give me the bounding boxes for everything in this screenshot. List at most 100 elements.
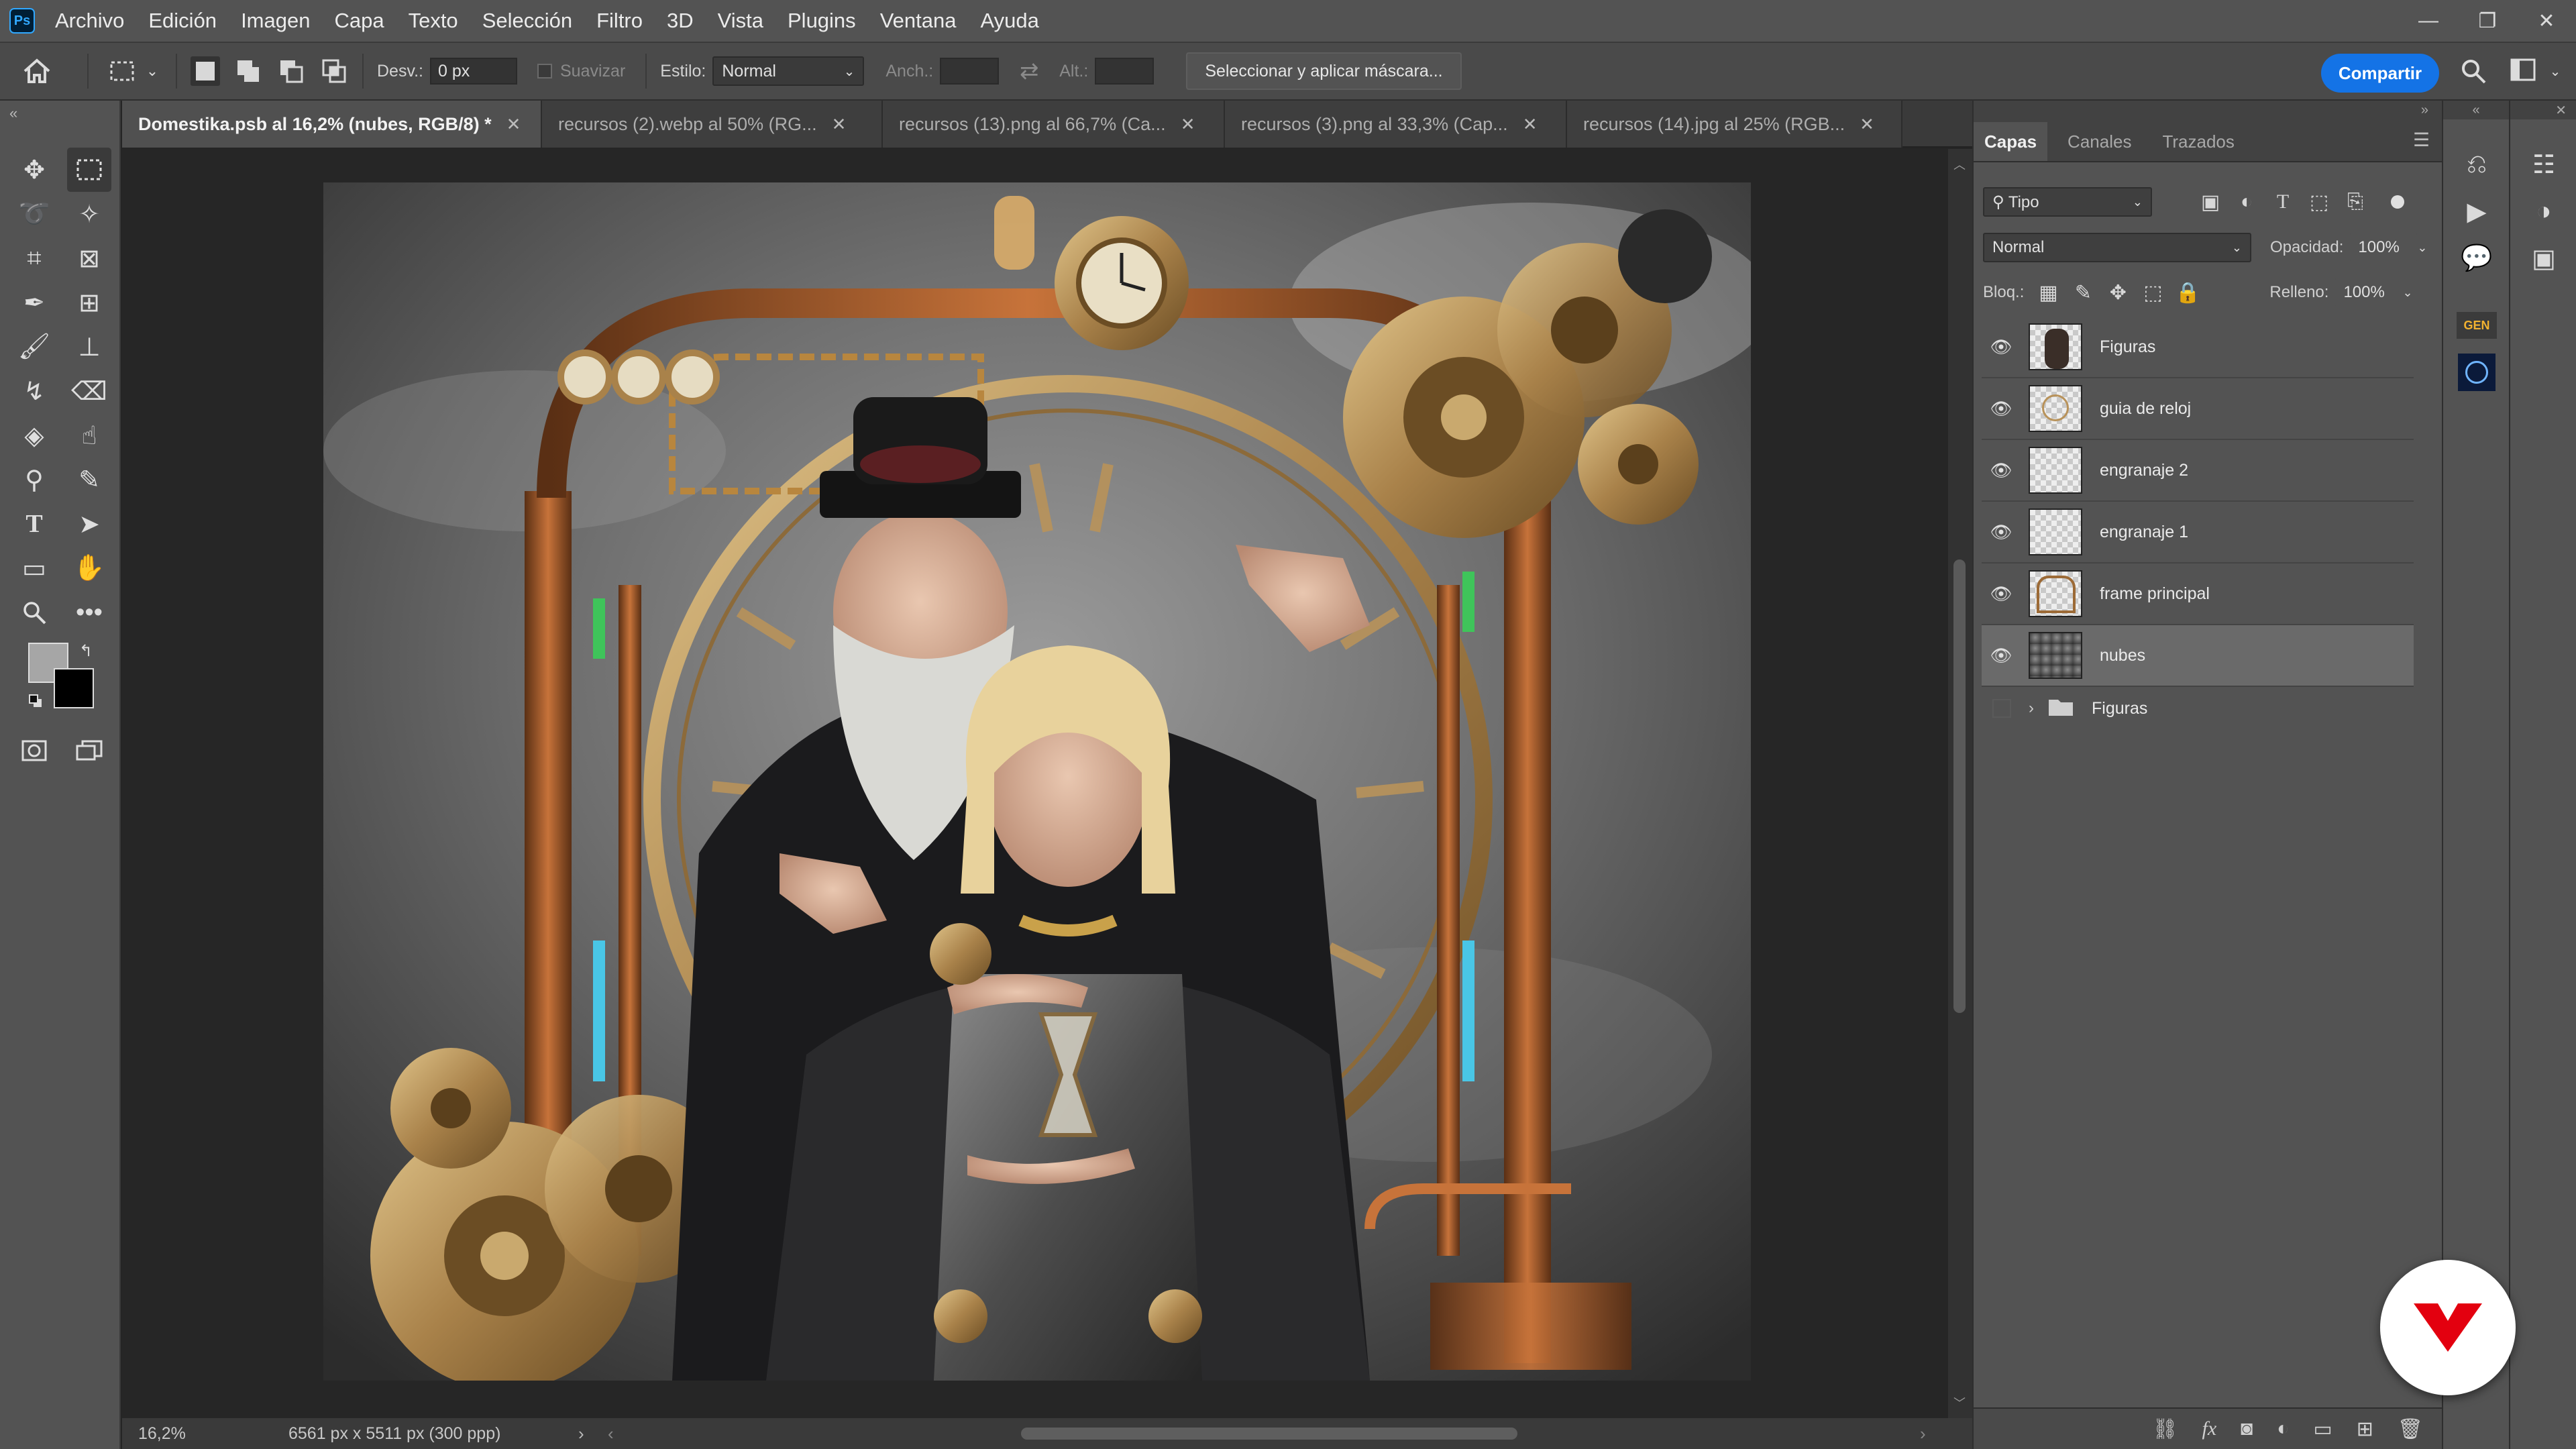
pen-tool-icon[interactable]: ✎ bbox=[67, 458, 111, 502]
layer-row[interactable]: 👁 frame principal bbox=[1982, 564, 2414, 625]
search-icon[interactable] bbox=[2457, 58, 2490, 85]
eye-icon[interactable]: 👁 bbox=[1982, 645, 2021, 666]
home-icon[interactable] bbox=[0, 58, 74, 85]
fx-icon[interactable]: fx bbox=[2202, 1417, 2217, 1440]
brush-tool-icon[interactable]: 🖌 bbox=[12, 325, 56, 369]
menu-seleccion[interactable]: Selección bbox=[482, 9, 572, 33]
feather-input[interactable]: 0 px bbox=[430, 58, 517, 85]
menu-filtro[interactable]: Filtro bbox=[596, 9, 643, 33]
menu-plugins[interactable]: Plugins bbox=[788, 9, 856, 33]
tab-recursos-3[interactable]: recursos (3).png al 33,3% (Cap... ✕ bbox=[1225, 101, 1567, 148]
properties-icon[interactable]: ☷ bbox=[2510, 141, 2576, 188]
rectangular-marquee-icon[interactable] bbox=[102, 60, 142, 82]
layer-name[interactable]: engranaje 2 bbox=[2100, 461, 2188, 480]
close-icon[interactable]: ✕ bbox=[1860, 114, 1874, 135]
smudge-tool-icon[interactable]: ☝ bbox=[67, 413, 111, 458]
height-input[interactable] bbox=[1095, 58, 1155, 85]
lock-position-icon[interactable]: ✥ bbox=[2100, 281, 2135, 305]
lock-image-icon[interactable]: ✎ bbox=[2065, 281, 2100, 305]
tab-recursos-13[interactable]: recursos (13).png al 66,7% (Ca... ✕ bbox=[883, 101, 1225, 148]
workspace-icon[interactable] bbox=[2506, 58, 2540, 82]
quick-mask-icon[interactable] bbox=[12, 729, 56, 773]
filter-shape-icon[interactable]: ⬚ bbox=[2301, 191, 2337, 214]
path-selection-tool-icon[interactable]: ➤ bbox=[67, 502, 111, 546]
layer-name[interactable]: engranaje 1 bbox=[2100, 523, 2188, 542]
eye-icon[interactable]: 👁 bbox=[1982, 460, 2021, 481]
filter-toggle-icon[interactable] bbox=[2391, 195, 2404, 209]
chevron-down-icon[interactable]: ⌄ bbox=[142, 62, 162, 80]
chevron-right-icon[interactable]: › bbox=[2029, 699, 2034, 718]
layer-name[interactable]: Figuras bbox=[2100, 337, 2155, 357]
generator-plugin-icon[interactable]: GEN bbox=[2443, 302, 2510, 349]
artwork-canvas[interactable] bbox=[323, 182, 1751, 1381]
chevron-down-icon[interactable]: ⌄ bbox=[2402, 286, 2412, 300]
style-select[interactable]: Normal ⌄ bbox=[712, 56, 865, 86]
menu-texto[interactable]: Texto bbox=[409, 9, 458, 33]
menu-ayuda[interactable]: Ayuda bbox=[980, 9, 1038, 33]
layer-filter-select[interactable]: ⚲ Tipo ⌄ bbox=[1983, 187, 2152, 217]
marquee-tool-icon[interactable] bbox=[67, 148, 111, 192]
swap-icon[interactable]: ⇄ bbox=[999, 58, 1059, 85]
layer-row[interactable]: 👁 Figuras bbox=[1982, 317, 2414, 378]
collapse-icon[interactable]: « bbox=[2443, 101, 2509, 119]
eye-icon[interactable]: 👁 bbox=[1982, 337, 2021, 358]
layer-group-row[interactable]: › Figuras bbox=[1982, 687, 2414, 730]
history-icon[interactable]: ⎌ bbox=[2443, 141, 2510, 188]
scroll-up-icon[interactable]: ︿ bbox=[1953, 156, 1966, 173]
rectangle-tool-icon[interactable]: ▭ bbox=[12, 546, 56, 590]
spot-healing-tool-icon[interactable]: ⊞ bbox=[67, 280, 111, 325]
eyedropper-tool-icon[interactable]: ✒ bbox=[12, 280, 56, 325]
layer-name[interactable]: guia de reloj bbox=[2100, 399, 2191, 419]
close-icon[interactable]: ✕ bbox=[506, 114, 521, 135]
canvas-area[interactable] bbox=[122, 149, 1948, 1418]
lock-all-icon[interactable]: 🔒 bbox=[2170, 281, 2205, 305]
menu-3d[interactable]: 3D bbox=[667, 9, 694, 33]
default-colors-icon[interactable] bbox=[28, 694, 43, 708]
panel-collapse-bar[interactable]: » bbox=[1974, 101, 2442, 119]
type-tool-icon[interactable]: T bbox=[12, 502, 56, 546]
tab-recursos-2[interactable]: recursos (2).webp al 50% (RG... ✕ bbox=[542, 101, 883, 148]
photoshop-logo-icon[interactable]: Ps bbox=[9, 8, 35, 34]
collapse-panel-icon[interactable]: » bbox=[2421, 103, 2428, 118]
new-layer-icon[interactable]: ⊞ bbox=[2357, 1417, 2373, 1441]
tab-capas[interactable]: Capas bbox=[1974, 122, 2048, 161]
swap-colors-icon[interactable]: ↰ bbox=[79, 641, 93, 661]
intersect-selection-icon[interactable] bbox=[319, 56, 349, 86]
menu-vista[interactable]: Vista bbox=[718, 9, 763, 33]
filter-adjustment-icon[interactable]: ◐ bbox=[2229, 191, 2265, 213]
filter-pixel-icon[interactable]: ▣ bbox=[2192, 191, 2229, 214]
frame-tool-icon[interactable]: ⊠ bbox=[67, 236, 111, 280]
menu-archivo[interactable]: Archivo bbox=[55, 9, 124, 33]
horizontal-scroll-thumb[interactable] bbox=[1021, 1428, 1517, 1440]
chevron-down-icon[interactable]: ⌄ bbox=[2417, 241, 2427, 255]
actions-play-icon[interactable]: ▶ bbox=[2443, 188, 2510, 235]
crop-tool-icon[interactable]: ⌗ bbox=[12, 236, 56, 280]
eye-icon[interactable]: 👁 bbox=[1982, 522, 2021, 543]
close-icon[interactable]: ✕ bbox=[1523, 114, 1538, 135]
close-icon[interactable]: ✕ bbox=[832, 114, 847, 135]
lock-artboard-icon[interactable]: ⬚ bbox=[2135, 281, 2170, 305]
adjustment-layer-icon[interactable]: ◐ bbox=[2277, 1417, 2289, 1440]
add-selection-icon[interactable] bbox=[233, 56, 263, 86]
subtract-selection-icon[interactable] bbox=[276, 56, 306, 86]
adjustments-icon[interactable]: ◑ bbox=[2510, 188, 2576, 235]
libraries-icon[interactable]: ▣ bbox=[2510, 235, 2576, 282]
lasso-tool-icon[interactable]: ➰ bbox=[12, 192, 56, 236]
close-icon[interactable]: ✕ bbox=[1181, 114, 1195, 135]
new-group-icon[interactable]: ▭ bbox=[2313, 1417, 2332, 1441]
more-tools-icon[interactable]: ••• bbox=[67, 590, 111, 635]
minimize-icon[interactable]: — bbox=[2399, 0, 2458, 42]
layer-name[interactable]: nubes bbox=[2100, 646, 2145, 665]
hand-tool-icon[interactable]: ✋ bbox=[67, 546, 111, 590]
new-selection-icon[interactable] bbox=[191, 56, 220, 86]
move-tool-icon[interactable]: ✥ bbox=[12, 148, 56, 192]
opacity-input[interactable]: 100% bbox=[2350, 233, 2418, 262]
layer-name[interactable]: frame principal bbox=[2100, 584, 2210, 604]
group-name[interactable]: Figuras bbox=[2092, 699, 2147, 718]
menu-edicion[interactable]: Edición bbox=[148, 9, 217, 33]
filter-smart-object-icon[interactable]: ⎘ bbox=[2337, 191, 2373, 213]
comments-icon[interactable]: 💬 bbox=[2443, 235, 2510, 282]
dodge-tool-icon[interactable]: ⚲ bbox=[12, 458, 56, 502]
tab-trazados[interactable]: Trazados bbox=[2151, 122, 2245, 161]
clone-stamp-tool-icon[interactable]: ⊥ bbox=[67, 325, 111, 369]
